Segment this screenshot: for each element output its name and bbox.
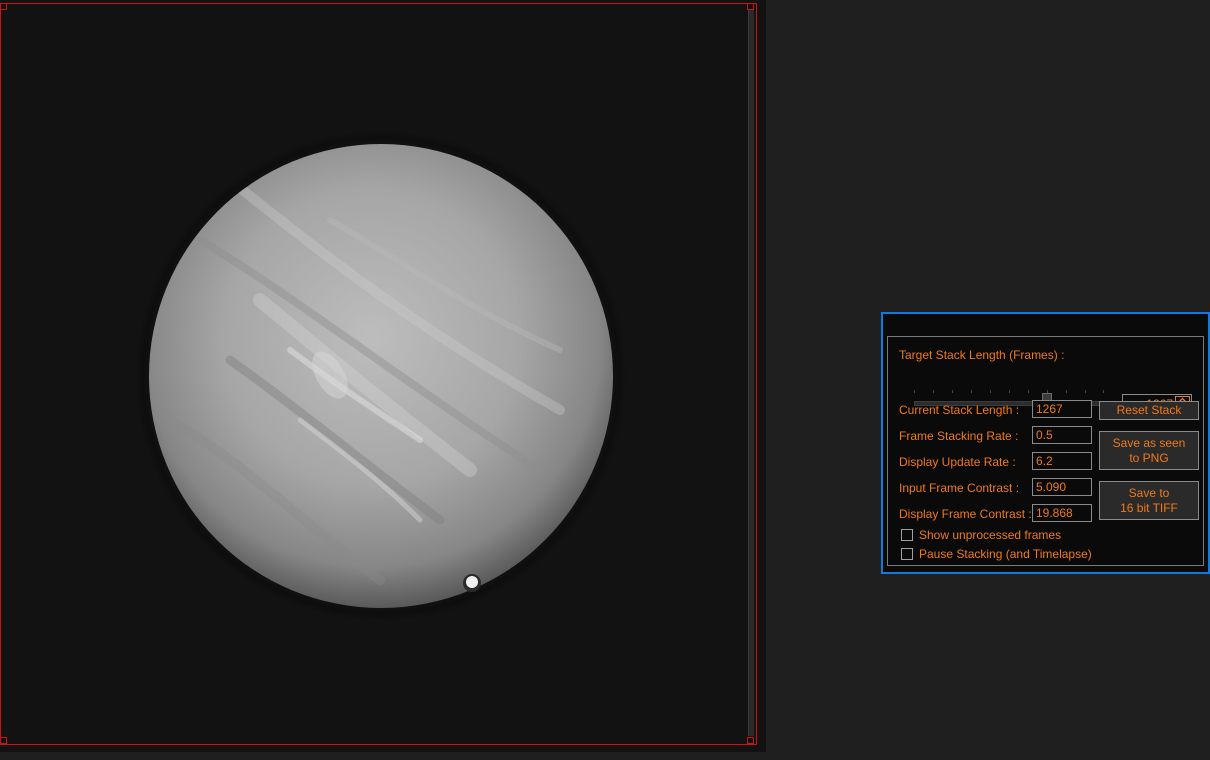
save-tiff-button[interactable]: Save to 16 bit TIFF [1099,481,1199,520]
viewer-border [0,3,757,745]
reset-stack-button[interactable]: Reset Stack [1099,401,1199,420]
save-png-button[interactable]: Save as seen to PNG [1099,431,1199,470]
target-stack-label: Target Stack Length (Frames) : [899,348,1065,362]
display-frame-contrast-label: Display Frame Contrast : [899,507,1032,521]
display-update-rate-field[interactable]: 6.2 [1032,452,1092,470]
resize-handle-top-left[interactable] [0,3,7,10]
show-unprocessed-label[interactable]: Show unprocessed frames [919,528,1061,542]
resize-handle-bottom-right[interactable] [747,737,754,744]
current-stack-length-field[interactable]: 1267 [1032,400,1092,418]
resize-handle-bottom-left[interactable] [0,737,7,744]
show-unprocessed-checkbox[interactable] [901,529,913,541]
input-frame-contrast-label: Input Frame Contrast : [899,481,1020,495]
display-frame-contrast-field[interactable]: 19.868 [1032,504,1092,522]
current-stack-length-label: Current Stack Length : [899,403,1020,417]
display-update-rate-label: Display Update Rate : [899,455,1016,469]
frame-stacking-rate-label: Frame Stacking Rate : [899,429,1019,443]
status-strip [0,752,1210,760]
slider-ticks [914,390,1104,394]
stacking-group: Target Stack Length (Frames) : 1267 Cu [887,336,1204,566]
pause-stacking-label[interactable]: Pause Stacking (and Timelapse) [919,547,1092,561]
resize-handle-top-right[interactable] [747,3,754,10]
input-frame-contrast-field[interactable]: 5.090 [1032,478,1092,496]
viewer-scroll-edge[interactable] [748,10,754,736]
stacking-panel: Target Stack Length (Frames) : 1267 Cu [881,312,1210,574]
frame-stacking-rate-field[interactable]: 0.5 [1032,426,1092,444]
pause-stacking-checkbox[interactable] [901,548,913,560]
image-viewer[interactable] [0,0,766,752]
